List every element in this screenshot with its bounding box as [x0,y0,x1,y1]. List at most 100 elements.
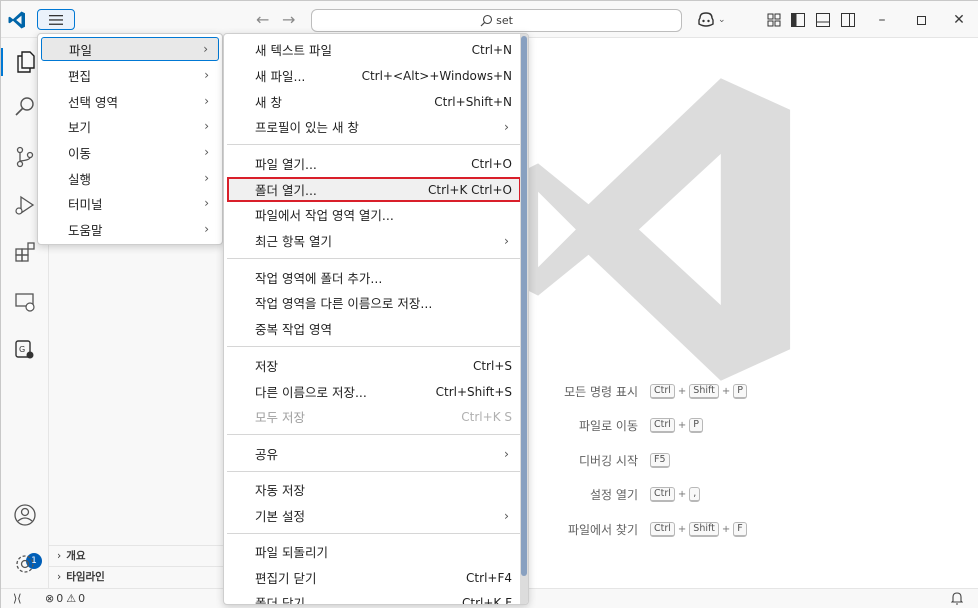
back-arrow-icon[interactable]: ← [256,10,269,29]
chevron-right-icon: › [504,119,509,134]
menu-go[interactable]: 이동 › [41,140,219,164]
menu-item-label: 모두 저장 [255,410,305,425]
menu-item-new-window-profile[interactable]: 프로필이 있는 새 창 › [227,114,521,139]
menu-item-save[interactable]: 저장 Ctrl+S [227,353,521,378]
outline-section-header[interactable]: › 개요 [49,545,224,565]
toggle-panel-button[interactable] [816,10,830,30]
warning-count: 0 [78,592,86,605]
menu-separator [227,471,521,472]
run-and-debug-button[interactable] [11,191,39,219]
problems-indicator[interactable]: ⊗ 0 ⚠ 0 [45,592,85,605]
menu-separator [227,533,521,534]
key-cap: P [733,383,748,399]
key-cap: F [733,521,747,537]
menu-item-open-folder[interactable]: 폴더 열기... Ctrl+K Ctrl+O [227,177,521,202]
menu-item-duplicate-workspace[interactable]: 중복 작업 영역 [227,316,521,341]
menu-item-shortcut: Ctrl+K Ctrl+O [428,182,512,197]
menu-item-shortcut: Ctrl+S [472,358,512,373]
close-button[interactable]: ✕ [949,10,969,30]
menu-view[interactable]: 보기 › [41,114,219,138]
menu-label: 터미널 [68,196,103,212]
menu-item-shortcut: Ctrl+<Alt>+Windows+N [361,68,512,83]
menu-item-close-editor[interactable]: 편집기 닫기 Ctrl+F4 [227,565,521,590]
menu-item-label: 공유 [255,447,279,462]
menu-terminal[interactable]: 터미널 › [41,191,219,215]
key-cap: Ctrl [650,418,675,434]
plus-sign: + [721,523,731,535]
menu-scrollbar[interactable] [520,34,528,604]
menu-item-save-as[interactable]: 다른 이름으로 저장... Ctrl+Shift+S [227,379,521,404]
manage-button[interactable] [11,550,39,578]
menu-item-close-folder[interactable]: 폴더 닫기 Ctrl+K F [227,590,521,605]
menu-help[interactable]: 도움말 › [41,217,219,241]
toggle-primary-sidebar-button[interactable] [791,10,805,30]
minimize-icon: – [878,12,886,28]
menu-item-open-workspace[interactable]: 파일에서 작업 영역 열기... [227,202,521,227]
menu-item-new-file[interactable]: 새 파일... Ctrl+<Alt>+Windows+N [227,63,521,88]
menu-item-open-recent[interactable]: 최근 항목 열기 › [227,228,521,253]
files-icon [17,51,35,73]
menu-selection[interactable]: 선택 영역 › [41,89,219,113]
shortcut-row: 파일에서 찾기 Ctrl + Shift + F [524,512,784,547]
search-icon [15,97,34,116]
menu-separator [227,144,521,145]
key-cap: F5 [650,452,670,468]
menu-item-preferences[interactable]: 기본 설정 › [227,503,521,528]
vscode-window: ← → set ⌄ – ✕ G 1 › 개요 › 타임라인 모든 명령 표시 C… [0,0,978,608]
menu-item-label: 작업 영역에 폴더 추가... [255,271,383,286]
menu-separator [227,346,521,347]
menu-run[interactable]: 실행 › [41,166,219,190]
github-actions-icon: G [15,340,34,359]
command-center-search[interactable]: set [311,9,682,32]
notifications-button[interactable] [950,591,964,608]
extensions-button[interactable] [11,238,39,266]
menu-item-add-folder-workspace[interactable]: 작업 영역에 폴더 추가... [227,265,521,290]
timeline-label: 타임라인 [66,571,105,583]
menu-item-auto-save[interactable]: 자동 저장 [227,477,521,502]
run-debug-icon [15,195,35,215]
menu-scrollbar-thumb[interactable] [521,36,527,576]
plus-sign: + [721,385,731,397]
chevron-right-icon: › [504,508,509,523]
vscode-watermark-icon [512,78,791,381]
remote-indicator-icon[interactable]: ⟩⟨ [13,592,22,605]
menu-item-shortcut: Ctrl+Shift+N [434,94,512,109]
menu-item-label: 최근 항목 열기 [255,234,332,249]
outline-label: 개요 [66,550,86,562]
menu-item-save-workspace-as[interactable]: 작업 영역을 다른 이름으로 저장... [227,290,521,315]
menu-item-revert-file[interactable]: 파일 되돌리기 [227,539,521,564]
toggle-secondary-sidebar-button[interactable] [841,10,855,30]
menu-item-label: 편집기 닫기 [255,571,317,586]
key-cap: Shift [689,521,719,537]
menu-edit[interactable]: 편집 › [41,63,219,87]
timeline-section-header[interactable]: › 타임라인 [49,566,224,586]
copilot-button[interactable]: ⌄ [697,10,726,30]
menu-item-label: 프로필이 있는 새 창 [255,120,359,135]
github-actions-button[interactable]: G [11,336,39,364]
remote-explorer-button[interactable] [11,288,39,316]
forward-arrow-icon[interactable]: → [282,10,295,29]
warning-icon: ⚠ [66,592,77,605]
menu-item-share[interactable]: 공유 › [227,441,521,466]
shortcut-row: 모든 명령 표시 Ctrl + Shift + P [524,374,784,409]
menu-item-new-text-file[interactable]: 새 텍스트 파일 Ctrl+N [227,37,521,62]
search-text: set [496,14,513,27]
menu-separator [227,258,521,259]
source-control-button[interactable] [11,143,39,171]
search-view-button[interactable] [11,93,39,121]
search-icon [480,14,493,27]
minimize-button[interactable]: – [872,10,892,30]
customize-layout-button[interactable] [767,10,781,30]
layout-customize-icon [767,13,781,27]
sidebar-left-icon [791,13,805,27]
menu-item-new-window[interactable]: 새 창 Ctrl+Shift+N [227,89,521,114]
menu-file[interactable]: 파일 › [41,37,219,61]
menu-item-shortcut: Ctrl+K F [462,595,512,605]
maximize-button[interactable] [911,10,931,30]
application-menu-button[interactable] [37,9,75,30]
menu-item-open-file[interactable]: 파일 열기... Ctrl+O [227,151,521,176]
remote-explorer-icon [15,293,35,312]
accounts-button[interactable] [11,501,39,529]
menu-item-shortcut: Ctrl+N [471,42,512,57]
key-cap: Ctrl [650,487,675,503]
